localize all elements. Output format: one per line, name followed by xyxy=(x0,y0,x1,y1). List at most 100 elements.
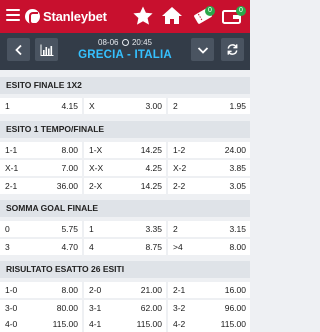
odd-value: 14.25 xyxy=(140,145,162,155)
odd-value: 8.00 xyxy=(61,285,78,295)
outcome-label: 2-X xyxy=(89,181,103,191)
outcome-label: 2-2 xyxy=(173,181,186,191)
match-date: 08-06 xyxy=(98,38,119,47)
odd-button[interactable]: 3-2 96.00 xyxy=(168,300,250,316)
odd-button[interactable]: 1 4.15 xyxy=(0,98,82,114)
odd-button[interactable]: 4 8.75 xyxy=(84,239,166,255)
top-bar: Stanleybet 0 0 xyxy=(0,0,250,33)
refresh-button[interactable] xyxy=(221,38,244,61)
odd-value: 115.00 xyxy=(136,319,162,329)
odd-button[interactable]: X-1 7.00 xyxy=(0,160,82,176)
odd-button[interactable]: 4-2 115.00 xyxy=(168,316,250,332)
outcome-label: X-X xyxy=(89,163,104,173)
market-title-somma-goal[interactable]: SOMMA GOAL FINALE xyxy=(0,200,250,217)
odds-row: 4-0 115.00 4-1 115.00 4-2 115.00 xyxy=(0,315,250,332)
odd-button[interactable]: >4 8.00 xyxy=(168,239,250,255)
outcome-label: 1-1 xyxy=(5,145,18,155)
outcome-label: 2-1 xyxy=(5,181,18,191)
odd-button[interactable]: 2-1 36.00 xyxy=(0,178,82,194)
odds-row: 0 5.75 1 3.35 2 3.15 xyxy=(0,220,250,238)
star-icon[interactable] xyxy=(131,4,155,28)
outcome-label: 4 xyxy=(89,242,94,252)
odd-value: 62.00 xyxy=(140,303,162,313)
odd-value: 8.00 xyxy=(61,145,78,155)
home-icon[interactable] xyxy=(160,4,184,28)
odd-value: 3.35 xyxy=(145,224,162,234)
odds-row: 1-0 8.00 2-0 21.00 2-1 16.00 xyxy=(0,281,250,299)
back-button[interactable] xyxy=(7,38,30,61)
bar-chart-icon xyxy=(40,44,53,56)
outcome-label: 3-1 xyxy=(89,303,102,313)
refresh-icon xyxy=(227,44,238,55)
odd-button[interactable]: 3 4.70 xyxy=(0,239,82,255)
expand-button[interactable] xyxy=(191,38,214,61)
odd-value: 3.05 xyxy=(229,181,246,191)
outcome-label: 1 xyxy=(5,101,10,111)
odd-value: 115.00 xyxy=(220,319,246,329)
odd-value: 36.00 xyxy=(56,181,78,191)
odds-row: 1-1 8.00 1-X 14.25 1-2 24.00 xyxy=(0,141,250,159)
odd-button[interactable]: X-X 4.25 xyxy=(84,160,166,176)
odds-row: 3 4.70 4 8.75 >4 8.00 xyxy=(0,238,250,256)
odd-value: 8.00 xyxy=(229,242,246,252)
stats-button[interactable] xyxy=(35,38,58,61)
wallet-badge: 0 xyxy=(236,6,246,16)
odd-value: 21.00 xyxy=(140,285,162,295)
brand-logo[interactable]: Stanleybet xyxy=(25,8,107,25)
market-title-primo-tempo-finale[interactable]: ESITO 1 TEMPO/FINALE xyxy=(0,121,250,138)
odd-button[interactable]: 1-2 24.00 xyxy=(168,142,250,158)
clock-icon xyxy=(121,39,129,46)
odd-button[interactable]: 4-1 115.00 xyxy=(84,316,166,332)
odd-button[interactable]: 0 5.75 xyxy=(0,221,82,237)
odd-value: 1.95 xyxy=(229,101,246,111)
outcome-label: X-1 xyxy=(5,163,19,173)
odd-value: 16.00 xyxy=(224,285,246,295)
outcome-label: 3 xyxy=(5,242,10,252)
odd-button[interactable]: 3-1 62.00 xyxy=(84,300,166,316)
market-title-esito-finale[interactable]: ESITO FINALE 1X2 xyxy=(0,77,250,94)
menu-icon[interactable] xyxy=(6,9,20,23)
outcome-label: 1 xyxy=(89,224,94,234)
odd-button[interactable]: 1-0 8.00 xyxy=(0,282,82,298)
odd-value: 4.70 xyxy=(61,242,78,252)
outcome-label: 0 xyxy=(5,224,10,234)
odd-value: 7.00 xyxy=(61,163,78,173)
brand-name: Stanleybet xyxy=(43,9,107,24)
outcome-label: 4-2 xyxy=(173,319,186,329)
outcome-label: 2 xyxy=(173,224,178,234)
odd-button[interactable]: 2-2 3.05 xyxy=(168,178,250,194)
match-name: GRECIA - ITALIA xyxy=(78,49,172,61)
odd-button[interactable]: 2-1 16.00 xyxy=(168,282,250,298)
odd-button[interactable]: 2 1.95 xyxy=(168,98,250,114)
chevron-left-icon xyxy=(14,44,22,55)
odd-button[interactable]: 2 3.15 xyxy=(168,221,250,237)
odds-row: X-1 7.00 X-X 4.25 X-2 3.85 xyxy=(0,159,250,177)
match-header: 08-06 20:45 GRECIA - ITALIA xyxy=(0,33,250,70)
outcome-label: 3-2 xyxy=(173,303,186,313)
chevron-down-icon xyxy=(197,46,208,54)
match-time: 20:45 xyxy=(131,38,152,47)
outcome-label: 1-2 xyxy=(173,145,186,155)
odd-value: 3.85 xyxy=(229,163,246,173)
odd-value: 96.00 xyxy=(224,303,246,313)
odd-value: 4.25 xyxy=(145,163,162,173)
logo-mark-icon xyxy=(25,9,40,25)
odd-button[interactable]: X-2 3.85 xyxy=(168,160,250,176)
odd-button[interactable]: 4-0 115.00 xyxy=(0,316,82,332)
outcome-label: 3-0 xyxy=(5,303,18,313)
odd-button[interactable]: 3-0 80.00 xyxy=(0,300,82,316)
odd-button[interactable]: 1-1 8.00 xyxy=(0,142,82,158)
odd-value: 5.75 xyxy=(61,224,78,234)
odd-button[interactable]: 1 3.35 xyxy=(84,221,166,237)
odd-button[interactable]: 2-0 21.00 xyxy=(84,282,166,298)
odd-button[interactable]: 2-X 14.25 xyxy=(84,178,166,194)
outcome-label: 4-1 xyxy=(89,319,102,329)
odds-row: 1 4.15 X 3.00 2 1.95 xyxy=(0,97,250,115)
market-title-risultato-esatto[interactable]: RISULTATO ESATTO 26 ESITI xyxy=(0,261,250,278)
odd-value: 4.15 xyxy=(61,101,78,111)
outcome-label: 1-0 xyxy=(5,285,18,295)
odd-button[interactable]: 1-X 14.25 xyxy=(84,142,166,158)
odd-value: 80.00 xyxy=(56,303,78,313)
odd-button[interactable]: X 3.00 xyxy=(84,98,166,114)
outcome-label: 4-0 xyxy=(5,319,18,329)
